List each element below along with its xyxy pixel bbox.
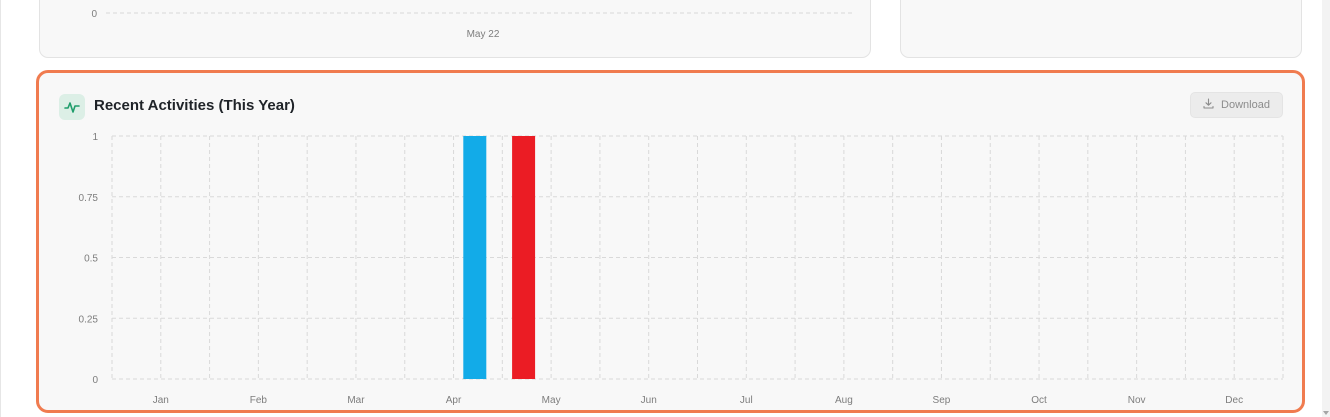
y-tick-label: 0 (92, 375, 98, 386)
x-tick-label: May (542, 395, 561, 406)
page-left-divider (0, 0, 1, 417)
x-tick-label: Sep (933, 395, 951, 406)
recent-activities-chart: 0 0.25 0.5 0.75 1 Jan Feb Mar Apr May Jun Jul Aug Sep… (79, 132, 1284, 406)
y-tick-label: 0.5 (84, 254, 98, 265)
previous-side-card (900, 0, 1302, 58)
scrollbar[interactable] (1322, 0, 1330, 417)
previous-chart: 0 May 22 (91, 9, 854, 40)
x-tick-label: Jul (740, 395, 753, 406)
x-tick-label: Apr (446, 395, 462, 406)
previous-chart-x-tick: May 22 (467, 29, 500, 40)
y-tick-label: 0.25 (79, 314, 99, 325)
recent-activities-card: Recent Activities (This Year) Download 0… (36, 70, 1305, 413)
x-tick-label: Aug (835, 395, 853, 406)
x-tick-label: Jun (641, 395, 657, 406)
bar (463, 136, 487, 379)
previous-chart-y-tick: 0 (91, 9, 97, 20)
bar (512, 136, 536, 379)
x-tick-label: Feb (250, 395, 268, 406)
previous-chart-card: 0 May 22 (39, 0, 871, 58)
x-tick-label: Jan (153, 395, 169, 406)
scroll-down-icon[interactable] (1323, 411, 1329, 415)
x-tick-label: Nov (1128, 395, 1146, 406)
x-tick-label: Mar (347, 395, 365, 406)
x-tick-label: Dec (1225, 395, 1243, 406)
x-tick-label: Oct (1031, 395, 1047, 406)
y-tick-label: 1 (92, 132, 98, 143)
y-tick-label: 0.75 (79, 193, 99, 204)
